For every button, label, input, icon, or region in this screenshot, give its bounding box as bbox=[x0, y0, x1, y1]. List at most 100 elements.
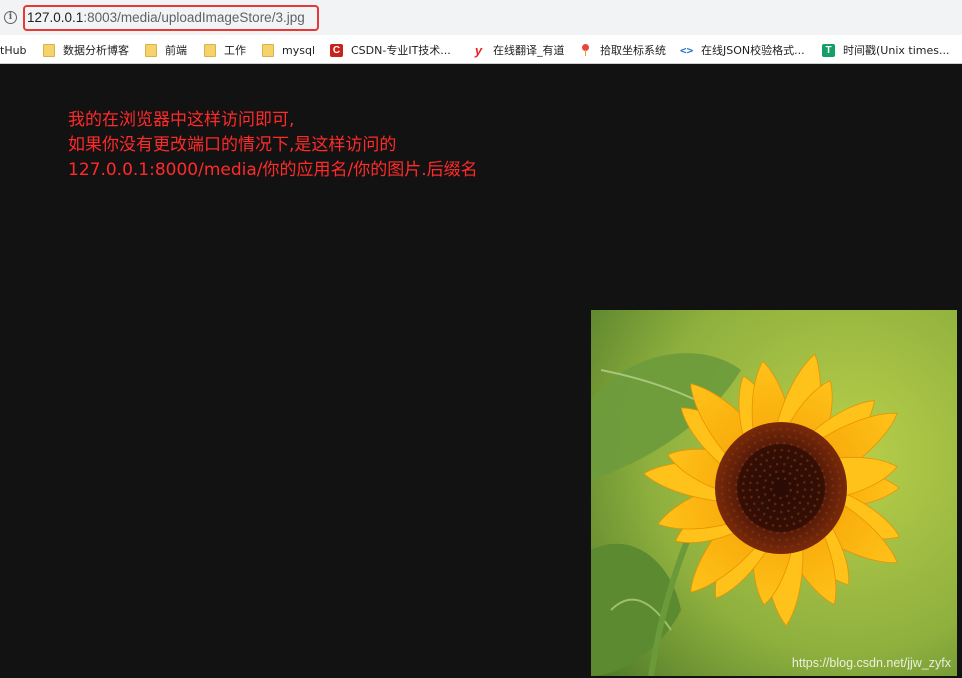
seed-dot bbox=[742, 450, 746, 453]
seed-dot bbox=[802, 495, 805, 498]
seed-dot bbox=[764, 536, 767, 539]
seed-dot bbox=[818, 463, 821, 466]
seed-dot bbox=[776, 477, 780, 480]
seed-dot bbox=[807, 443, 811, 446]
seed-dot bbox=[727, 481, 731, 485]
seed-dot bbox=[736, 515, 739, 519]
seed-dot bbox=[767, 498, 771, 502]
seed-dot bbox=[802, 507, 805, 511]
bookmark-label: 拾取坐标系统 bbox=[600, 44, 666, 57]
seed-dot bbox=[738, 455, 741, 459]
seed-dot bbox=[722, 471, 726, 475]
seed-dot bbox=[800, 454, 804, 458]
seed-dot bbox=[786, 428, 789, 431]
seed-dot bbox=[788, 482, 792, 485]
seed-dot bbox=[734, 461, 737, 465]
seed-dot bbox=[772, 509, 776, 513]
youdao-icon: y bbox=[474, 42, 483, 58]
seed-dot bbox=[796, 483, 799, 487]
seed-dot bbox=[812, 437, 815, 441]
seed-dot bbox=[750, 452, 753, 456]
seed-dot bbox=[742, 482, 745, 485]
seed-dot bbox=[785, 538, 788, 541]
seed-dot bbox=[803, 448, 806, 451]
seed-dot bbox=[751, 474, 754, 478]
bookmark-label: 在线JSON校验格式... bbox=[701, 44, 805, 57]
seed-dot bbox=[799, 431, 803, 434]
bookmark-github[interactable]: tHub bbox=[0, 41, 27, 59]
seed-dot bbox=[833, 511, 836, 515]
seed-dot bbox=[772, 456, 775, 460]
seed-dot bbox=[758, 518, 762, 522]
bookmark-folder-work[interactable]: 工作 bbox=[204, 41, 246, 59]
seed-dot bbox=[756, 448, 759, 451]
seed-dot bbox=[835, 505, 839, 508]
seed-dot bbox=[795, 437, 798, 440]
seed-dot bbox=[793, 458, 796, 462]
seed-dot bbox=[773, 502, 777, 506]
seed-dot bbox=[824, 483, 828, 486]
seed-dot bbox=[744, 533, 747, 537]
seed-dot bbox=[799, 534, 802, 538]
bookmark-folder-mysql[interactable]: mysql bbox=[262, 41, 315, 59]
seed-dot bbox=[809, 510, 813, 513]
seed-dot bbox=[764, 479, 767, 482]
seed-dot bbox=[783, 517, 787, 521]
seed-dot bbox=[740, 442, 744, 445]
seed-dot bbox=[785, 524, 789, 527]
seed-dot bbox=[779, 427, 782, 431]
seed-dot bbox=[769, 465, 772, 468]
folder-icon bbox=[204, 43, 216, 57]
seed-dot bbox=[734, 524, 737, 527]
seed-dot bbox=[831, 491, 835, 495]
url-field[interactable]: 127.0.0.1:8003/media/uploadImageStore/3.… bbox=[27, 9, 305, 27]
seed-dot bbox=[829, 517, 833, 521]
seed-dot bbox=[762, 445, 765, 448]
seed-dot bbox=[790, 530, 793, 533]
seed-dot bbox=[823, 457, 826, 461]
info-icon[interactable]: i bbox=[4, 11, 17, 24]
seed-dot bbox=[813, 504, 816, 507]
seed-dot bbox=[829, 470, 832, 474]
seed-dot bbox=[801, 439, 805, 443]
seed-dot bbox=[831, 484, 835, 488]
seed-dot bbox=[753, 502, 756, 505]
bookmark-timestamp[interactable]: T 时间戳(Unix times... bbox=[822, 41, 949, 59]
seed-dot bbox=[779, 455, 782, 459]
seed-dot bbox=[762, 528, 766, 531]
seed-dot bbox=[789, 465, 793, 468]
seed-dot bbox=[763, 469, 766, 472]
bookmark-csdn[interactable]: C CSDN-专业IT技术... bbox=[330, 41, 451, 59]
seed-dot bbox=[731, 468, 734, 471]
annotation-note: 我的在浏览器中这样访问即可, 如果你没有更改端口的情况下,是这样访问的 127.… bbox=[68, 108, 478, 183]
bookmarks-bar: tHub 数据分析博客 前端 工作 mysql C CSDN-专业IT技术...… bbox=[0, 35, 962, 64]
seed-dot bbox=[734, 483, 738, 486]
seed-dot bbox=[790, 515, 794, 519]
seed-dot bbox=[783, 545, 787, 549]
bookmark-folder-frontend[interactable]: 前端 bbox=[145, 41, 187, 59]
bookmark-label: 数据分析博客 bbox=[63, 44, 129, 57]
seed-dot bbox=[818, 452, 822, 455]
seed-dot bbox=[817, 491, 820, 494]
seed-dot bbox=[826, 464, 830, 467]
seed-dot bbox=[749, 481, 752, 485]
seed-dot bbox=[736, 497, 739, 500]
bookmark-json-validator[interactable]: <> 在线JSON校验格式... bbox=[680, 41, 805, 59]
url-path: :8003/media/uploadImageStore/3.jpg bbox=[83, 10, 305, 25]
seed-dot bbox=[804, 468, 807, 471]
seed-dot bbox=[790, 442, 793, 446]
seed-dot bbox=[831, 457, 834, 461]
bookmark-folder-data-blog[interactable]: 数据分析博客 bbox=[43, 41, 129, 59]
seed-dot bbox=[748, 508, 752, 512]
seed-dot bbox=[748, 445, 751, 449]
seed-dot bbox=[755, 488, 759, 492]
bookmark-coordinate-picker[interactable]: 拾取坐标系统 bbox=[579, 41, 666, 59]
annotation-line-2: 如果你没有更改端口的情况下,是这样访问的 bbox=[68, 135, 397, 155]
seed-dot bbox=[821, 517, 824, 521]
seed-dot bbox=[769, 487, 773, 491]
seed-dot bbox=[823, 497, 827, 500]
seed-dot bbox=[776, 545, 780, 549]
seed-dot bbox=[808, 474, 811, 477]
seed-dot bbox=[769, 515, 772, 519]
bookmark-youdao[interactable]: y 在线翻译_有道 bbox=[472, 41, 565, 59]
